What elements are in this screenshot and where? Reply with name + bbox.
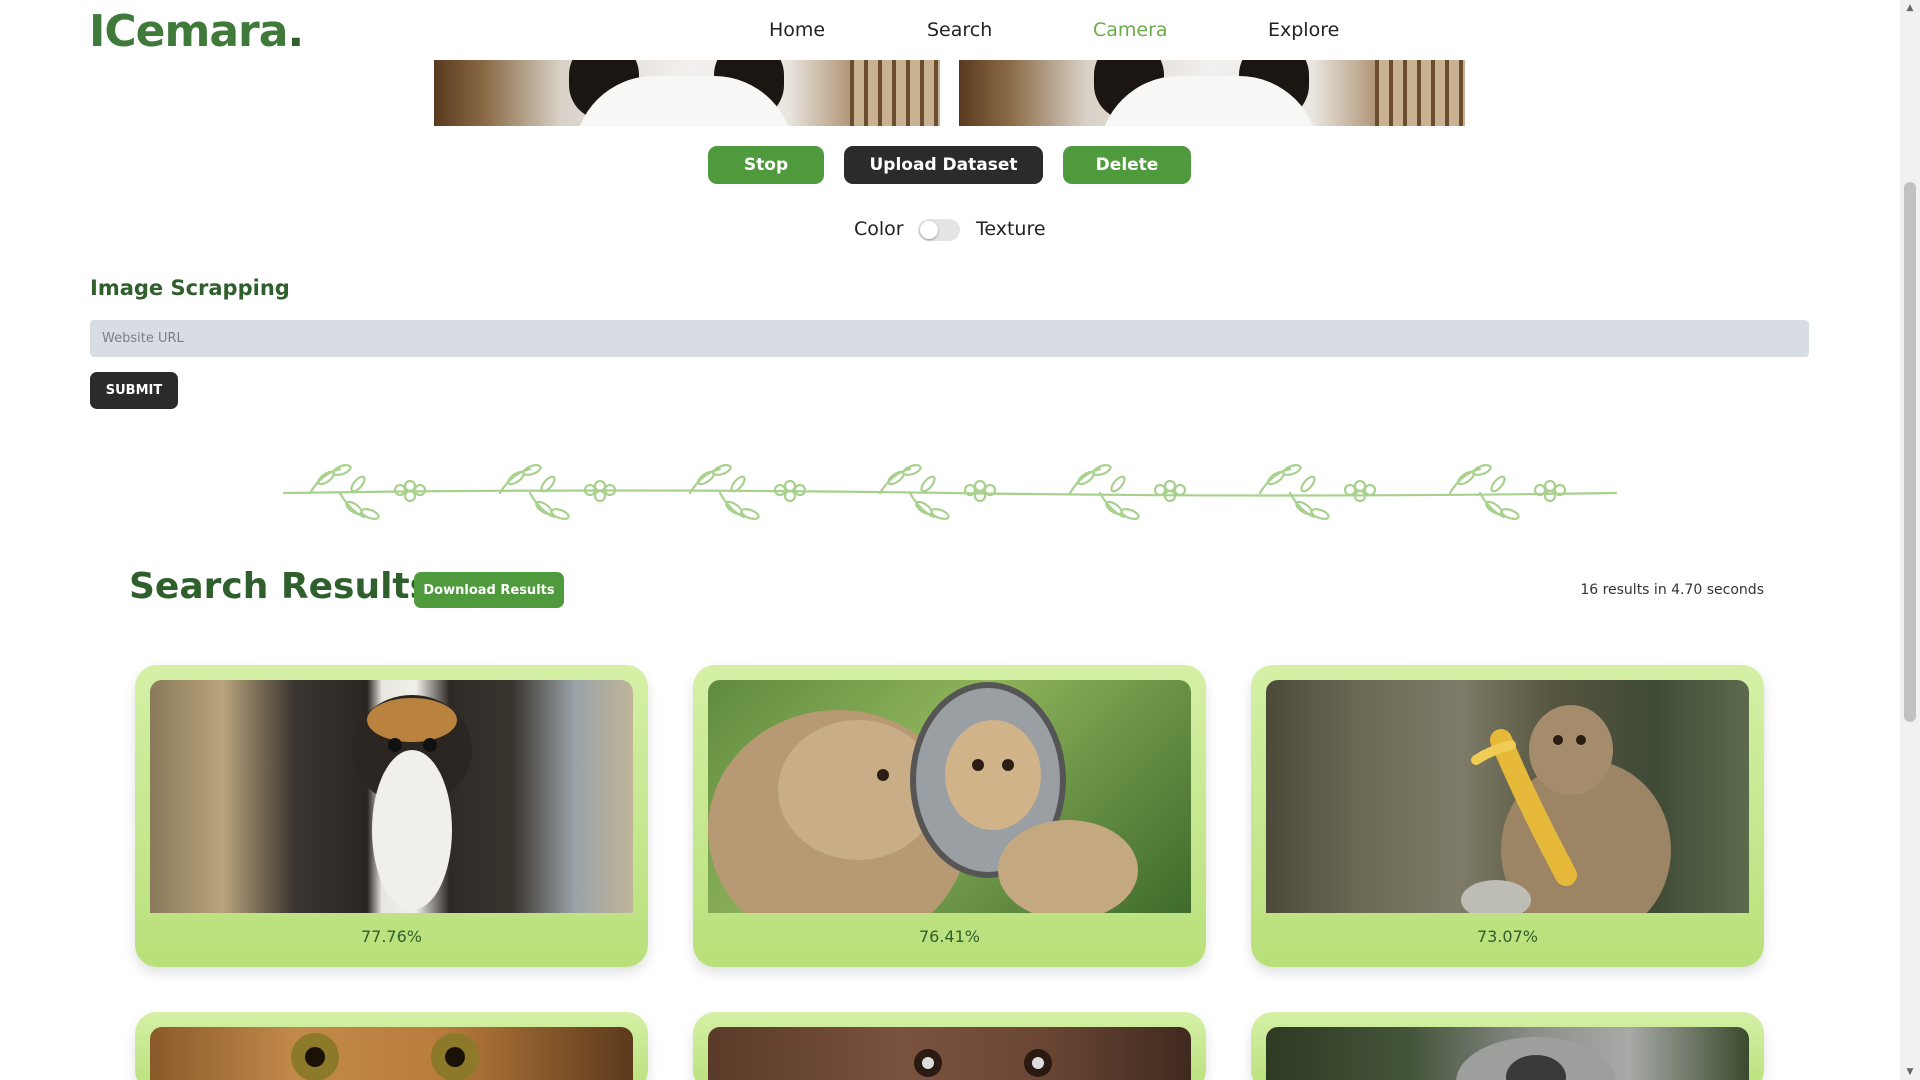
similarity-score: 76.41%	[918, 927, 980, 946]
result-card[interactable]	[1251, 1012, 1764, 1080]
similarity-score: 73.07%	[1476, 927, 1538, 946]
mode-color-label: Color	[854, 218, 904, 240]
logo[interactable]: ICemara.	[89, 6, 304, 57]
result-card[interactable]: 77.76%	[135, 665, 648, 967]
result-image-monkey-closeup-eyes[interactable]	[150, 1027, 633, 1080]
page: ICemara. Home Search Camera Explore Stop…	[0, 0, 1920, 1080]
color-texture-toggle[interactable]	[918, 219, 960, 241]
result-image-monkey-debrazza[interactable]	[150, 680, 633, 913]
result-image-monkey-banana[interactable]	[1266, 680, 1749, 913]
result-image-monkeys-mirror[interactable]	[708, 680, 1191, 913]
nav-camera[interactable]: Camera	[1093, 19, 1168, 41]
website-url-input[interactable]	[90, 320, 1809, 357]
camera-chair	[1375, 60, 1465, 126]
monkey-illustration	[352, 695, 472, 910]
scrollbar-thumb[interactable]	[1904, 182, 1916, 722]
monkey-illustration	[914, 1049, 1052, 1077]
scroll-down-icon[interactable]: ▼	[1900, 1064, 1920, 1080]
vine-divider-ornament	[282, 462, 1618, 522]
logo-mark: I	[89, 6, 105, 57]
stop-button[interactable]: Stop	[708, 146, 824, 184]
image-scrapping-title: Image Scrapping	[90, 276, 290, 300]
monkey-illustration	[708, 682, 1138, 913]
delete-button[interactable]: Delete	[1063, 146, 1191, 184]
mode-toggle-row: Color Texture	[0, 216, 1900, 246]
page-scrollbar[interactable]: ▲ ▼	[1900, 0, 1920, 1080]
nav-home[interactable]: Home	[769, 19, 825, 41]
result-image-monkey-grey[interactable]	[1266, 1027, 1749, 1080]
download-results-button[interactable]: Download Results	[414, 572, 564, 608]
mode-texture-label: Texture	[976, 218, 1046, 240]
logo-dot: .	[287, 6, 304, 57]
camera-feed-captured	[959, 60, 1465, 126]
results-stats: 16 results in 4.70 seconds	[1580, 582, 1764, 598]
logo-text: Cemara	[104, 6, 288, 57]
upload-dataset-button[interactable]: Upload Dataset	[844, 146, 1043, 184]
monkey-illustration	[1456, 1037, 1616, 1080]
nav-explore[interactable]: Explore	[1268, 19, 1339, 41]
nav-search[interactable]: Search	[927, 19, 992, 41]
result-card[interactable]: 76.41%	[693, 665, 1206, 967]
result-card[interactable]	[693, 1012, 1206, 1080]
camera-feed-live	[434, 60, 940, 126]
monkey-illustration	[1461, 705, 1671, 913]
site-header: ICemara. Home Search Camera Explore	[0, 0, 1900, 60]
toggle-knob	[920, 221, 938, 239]
result-image-monkey-closeup-face[interactable]	[708, 1027, 1191, 1080]
similarity-score: 77.76%	[360, 927, 422, 946]
scroll-up-icon[interactable]: ▲	[1900, 0, 1920, 16]
camera-chair	[850, 60, 940, 126]
result-card[interactable]	[135, 1012, 648, 1080]
submit-button[interactable]: SUBMIT	[90, 372, 178, 409]
result-card[interactable]: 73.07%	[1251, 665, 1764, 967]
search-results-title: Search Results	[129, 566, 432, 607]
monkey-illustration	[291, 1033, 479, 1080]
